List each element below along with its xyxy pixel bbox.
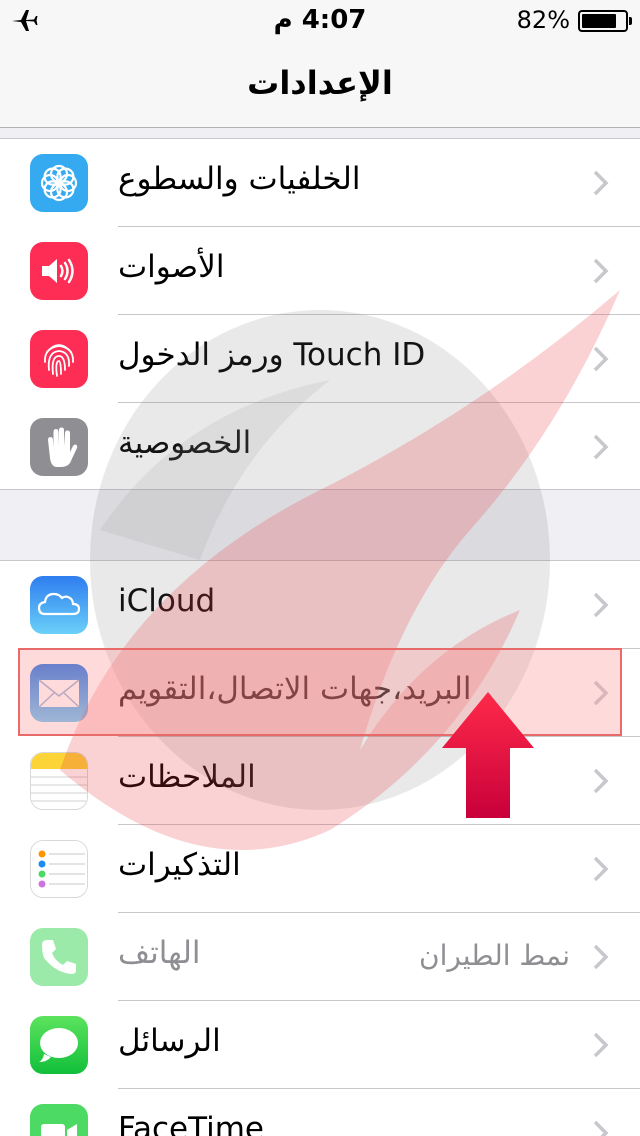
settings-screen: 4:07 م 82% الإعدادات الخلفيات والسطوع ال… — [0, 0, 640, 1136]
chevron-right-icon — [593, 434, 609, 460]
settings-row-label: التذكيرات — [118, 847, 241, 883]
page-title: الإعدادات — [247, 64, 393, 102]
settings-row-label: iCloud — [118, 583, 216, 619]
navigation-bar: الإعدادات — [0, 40, 640, 128]
chevron-right-icon — [593, 1032, 609, 1058]
battery-percentage: 82% — [516, 6, 570, 34]
cloud-icon — [30, 576, 88, 634]
settings-row-notes[interactable]: الملاحظات — [0, 737, 640, 825]
settings-row-label: FaceTime — [118, 1111, 264, 1136]
settings-row-label: الأصوات — [118, 249, 225, 285]
notes-icon — [30, 752, 88, 810]
settings-group-display: الخلفيات والسطوع الأصوات Touch ID ورمز ا… — [0, 138, 640, 490]
messages-icon — [30, 1016, 88, 1074]
settings-row-privacy[interactable]: الخصوصية — [0, 403, 640, 491]
chevron-right-icon — [593, 944, 609, 970]
settings-row-icloud[interactable]: iCloud — [0, 561, 640, 649]
chevron-right-icon — [593, 170, 609, 196]
settings-row-facetime[interactable]: FaceTime — [0, 1089, 640, 1136]
facetime-icon — [30, 1104, 88, 1136]
hand-icon — [30, 418, 88, 476]
settings-row-messages[interactable]: الرسائل — [0, 1001, 640, 1089]
settings-row-label: الرسائل — [118, 1023, 221, 1059]
settings-row-label: الخصوصية — [118, 425, 252, 461]
chevron-right-icon — [593, 592, 609, 618]
chevron-right-icon — [593, 258, 609, 284]
wallpaper-icon — [30, 154, 88, 212]
chevron-right-icon — [593, 768, 609, 794]
settings-row-touch-id[interactable]: Touch ID ورمز الدخول — [0, 315, 640, 403]
reminders-icon — [30, 840, 88, 898]
status-bar: 4:07 م 82% — [0, 0, 640, 40]
settings-row-sounds[interactable]: الأصوات — [0, 227, 640, 315]
settings-row-phone[interactable]: الهاتف نمط الطيران — [0, 913, 640, 1001]
settings-row-reminders[interactable]: التذكيرات — [0, 825, 640, 913]
chevron-right-icon — [593, 346, 609, 372]
pointer-arrow-icon — [442, 692, 534, 818]
settings-group-apps: iCloud البريد،جهات الاتصال،التقويم الملا… — [0, 560, 640, 1136]
fingerprint-icon — [30, 330, 88, 388]
settings-row-label: الخلفيات والسطوع — [118, 161, 361, 197]
settings-row-value: نمط الطيران — [419, 939, 570, 972]
settings-row-label: Touch ID ورمز الدخول — [118, 337, 426, 373]
settings-row-wallpaper[interactable]: الخلفيات والسطوع — [0, 139, 640, 227]
battery-icon — [578, 10, 632, 32]
phone-icon — [30, 928, 88, 986]
chevron-right-icon — [593, 856, 609, 882]
settings-row-label: الملاحظات — [118, 759, 256, 795]
chevron-right-icon — [593, 1120, 609, 1136]
settings-row-label: الهاتف — [118, 935, 201, 971]
sounds-icon — [30, 242, 88, 300]
